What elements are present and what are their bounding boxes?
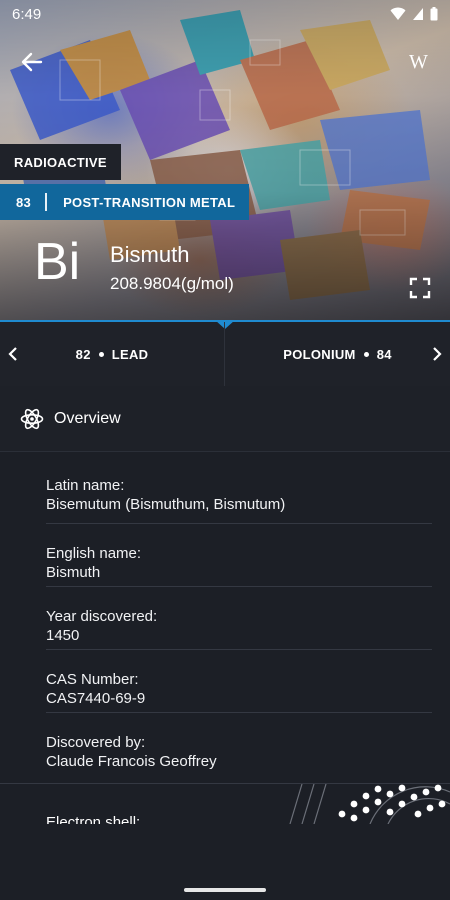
discovered-by-label: Discovered by: bbox=[46, 734, 146, 751]
cell-signal-icon bbox=[413, 8, 423, 20]
english-name-value: Bismuth bbox=[46, 564, 101, 581]
latin-name-label: Latin name: bbox=[46, 477, 125, 494]
latin-name-value: Bisemutum (Bismuthum, Bismutum) bbox=[46, 496, 286, 513]
wikipedia-icon: W bbox=[409, 50, 428, 73]
status-icons bbox=[390, 7, 438, 21]
chevron-right-icon bbox=[433, 347, 442, 361]
electron-shell-art bbox=[289, 784, 450, 824]
previous-element-button[interactable]: 82 LEAD bbox=[0, 322, 225, 386]
previous-element-label: 82 LEAD bbox=[0, 347, 224, 362]
wikipedia-button[interactable]: W bbox=[400, 44, 436, 80]
battery-icon bbox=[430, 7, 438, 21]
category-label: POST-TRANSITION METAL bbox=[63, 194, 236, 210]
next-element-name: POLONIUM bbox=[283, 346, 356, 362]
cas-number-value: CAS7440-69-9 bbox=[46, 690, 146, 707]
atom-icon bbox=[20, 408, 44, 429]
overview-list: Latin name: Bisemutum (Bismuthum, Bismut… bbox=[0, 452, 450, 776]
list-item: Discovered by: Claude Francois Geoffrey bbox=[46, 713, 432, 776]
content-fade bbox=[0, 824, 450, 882]
element-hero-image: 6:49 W RADIOACTIVE 83 POST-TRANSITION ME… bbox=[0, 0, 450, 320]
cas-number-label: CAS Number: bbox=[46, 671, 139, 688]
separator-dot bbox=[363, 351, 369, 357]
next-element-number: 84 bbox=[376, 346, 392, 362]
back-button[interactable] bbox=[14, 44, 50, 80]
next-element-button[interactable]: POLONIUM 84 bbox=[225, 322, 450, 386]
list-item: Latin name: Bisemutum (Bismuthum, Bismut… bbox=[46, 452, 432, 524]
fullscreen-button[interactable] bbox=[406, 274, 434, 302]
year-discovered-label: Year discovered: bbox=[46, 608, 158, 625]
status-time: 6:49 bbox=[12, 5, 42, 23]
radioactive-label: RADIOACTIVE bbox=[14, 154, 107, 170]
next-element-label: POLONIUM 84 bbox=[225, 347, 450, 362]
wifi-icon bbox=[390, 7, 406, 20]
discovered-by-value: Claude Francois Geoffrey bbox=[46, 753, 217, 770]
previous-element-number: 82 bbox=[75, 346, 91, 362]
overview-section-header[interactable]: Overview bbox=[0, 386, 450, 452]
overview-title: Overview bbox=[54, 409, 121, 427]
previous-element-name: LEAD bbox=[111, 346, 149, 362]
separator-dot bbox=[98, 351, 104, 357]
english-name-label: English name: bbox=[46, 545, 142, 562]
chevron-left-icon bbox=[8, 347, 17, 361]
list-item: CAS Number: CAS7440-69-9 bbox=[46, 650, 432, 713]
element-navigation: 82 LEAD POLONIUM 84 bbox=[0, 320, 450, 386]
category-badge: 83 POST-TRANSITION METAL bbox=[0, 184, 250, 220]
fullscreen-icon bbox=[409, 277, 431, 299]
atomic-mass: 208.9804(g/mol) bbox=[110, 274, 234, 293]
list-item: Year discovered: 1450 bbox=[46, 587, 432, 650]
home-indicator[interactable] bbox=[184, 888, 266, 892]
status-bar: 6:49 bbox=[0, 0, 450, 28]
year-discovered-value: 1450 bbox=[46, 627, 80, 644]
element-symbol: Bi bbox=[34, 233, 81, 291]
element-name: Bismuth bbox=[110, 242, 190, 267]
element-details: Overview Latin name: Bisemutum (Bismuthu… bbox=[0, 386, 450, 882]
radioactive-badge: RADIOACTIVE bbox=[0, 144, 121, 180]
list-item: English name: Bismuth bbox=[46, 524, 432, 587]
atomic-number: 83 bbox=[16, 194, 32, 210]
arrow-left-icon bbox=[21, 52, 43, 72]
